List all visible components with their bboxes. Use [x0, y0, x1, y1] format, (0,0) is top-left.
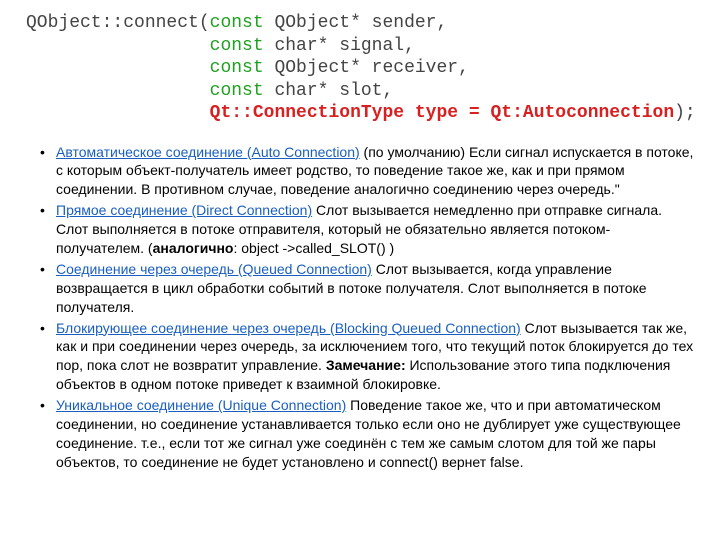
list-item: Блокирующее соединение через очередь (Bl… — [52, 319, 694, 395]
link-direct-connection[interactable]: Прямое соединение (Direct Connection) — [56, 202, 312, 218]
code-tail: ); — [674, 103, 696, 123]
indent4 — [26, 103, 210, 123]
kw-const: const — [210, 81, 264, 101]
connection-types-list: Автоматическое соединение (Auto Connecti… — [26, 143, 694, 472]
indent2 — [26, 58, 210, 78]
code-l2: QObject* receiver, — [264, 58, 469, 78]
code-l1: char* signal, — [264, 36, 415, 56]
code-block: QObject::connect(const QObject* sender, … — [26, 12, 694, 125]
item-bold: аналогично — [153, 240, 234, 256]
indent1 — [26, 36, 210, 56]
item-bold: Замечание: — [326, 357, 406, 373]
list-item: Прямое соединение (Direct Connection) Сл… — [52, 201, 694, 258]
list-item: Уникальное соединение (Unique Connection… — [52, 396, 694, 472]
item-text: : object ->called_SLOT() ) — [233, 240, 394, 256]
code-red: Qt::ConnectionType type = Qt:Autoconnect… — [210, 103, 674, 123]
kw-const: const — [210, 13, 264, 33]
code-l3: char* slot, — [264, 81, 394, 101]
kw-const: const — [210, 36, 264, 56]
list-item: Автоматическое соединение (Auto Connecti… — [52, 143, 694, 200]
code-l0: QObject* sender, — [264, 13, 448, 33]
link-unique-connection[interactable]: Уникальное соединение (Unique Connection… — [56, 397, 346, 413]
slide: QObject::connect(const QObject* sender, … — [0, 0, 720, 486]
link-auto-connection[interactable]: Автоматическое соединение (Auto Connecti… — [56, 144, 360, 160]
indent3 — [26, 81, 210, 101]
kw-const: const — [210, 58, 264, 78]
code-prefix: QObject::connect( — [26, 13, 210, 33]
link-queued-connection[interactable]: Соединение через очередь (Queued Connect… — [56, 261, 372, 277]
link-blocking-queued-connection[interactable]: Блокирующее соединение через очередь (Bl… — [56, 320, 521, 336]
list-item: Соединение через очередь (Queued Connect… — [52, 260, 694, 317]
